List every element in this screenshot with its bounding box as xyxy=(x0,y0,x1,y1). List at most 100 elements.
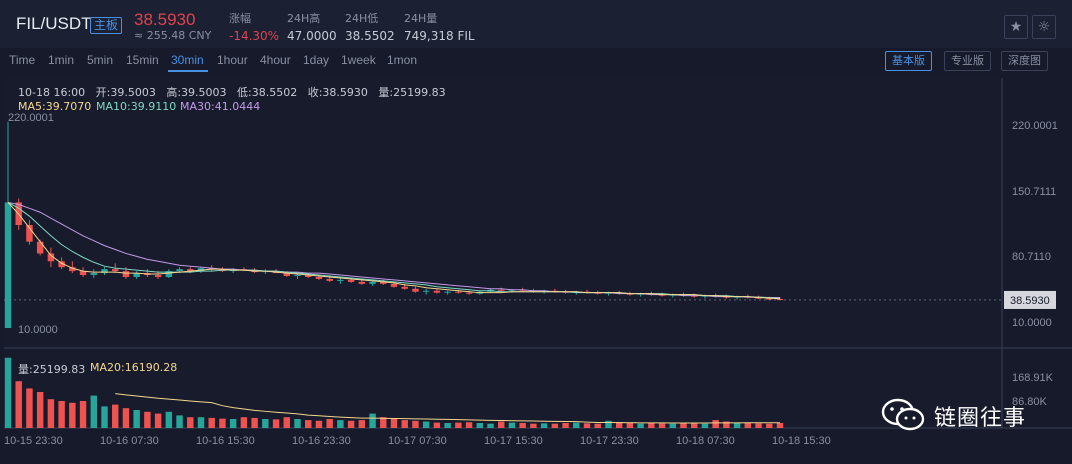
volume-bar xyxy=(326,419,333,428)
volume-bar xyxy=(476,422,483,428)
candle-body xyxy=(465,292,473,294)
x-tick-label: 10-17 23:30 xyxy=(580,435,639,447)
volume-bar xyxy=(197,417,205,428)
volume-bar xyxy=(58,401,65,428)
last-price-tag-label: 38.5930 xyxy=(1010,295,1050,307)
volume-bar xyxy=(412,420,419,428)
volume-bar xyxy=(347,420,355,428)
price-pane xyxy=(4,78,1002,348)
volume-bar xyxy=(305,420,312,428)
x-tick-label: 10-15 23:30 xyxy=(4,435,63,447)
wechat-icon xyxy=(881,398,925,431)
volume-bar xyxy=(444,422,451,428)
x-tick-label: 10-17 15:30 xyxy=(484,435,543,447)
volume-bar xyxy=(315,420,323,428)
candle-body xyxy=(455,291,462,293)
volume-bar xyxy=(122,408,130,428)
volume-bar xyxy=(551,423,559,428)
ma30-readout: MA30:41.0444 xyxy=(180,100,261,113)
volume-bar xyxy=(283,417,290,428)
x-tick-label: 10-16 15:30 xyxy=(196,435,255,447)
volume-bar xyxy=(262,419,269,428)
volume-bar xyxy=(79,401,87,428)
volume-bar xyxy=(530,423,537,428)
volume-bar xyxy=(433,422,441,428)
volume-bar xyxy=(669,423,676,428)
volume-bar xyxy=(755,423,762,428)
volume-bar xyxy=(562,422,569,428)
volume-bar xyxy=(487,423,494,428)
volume-bar xyxy=(176,415,183,428)
candle-body xyxy=(294,275,301,277)
candle-body xyxy=(315,276,323,279)
candle-body xyxy=(112,269,119,272)
volume-bar xyxy=(766,423,773,428)
candle-body xyxy=(90,273,97,276)
volume-bar xyxy=(465,422,473,428)
volume-bar xyxy=(294,419,301,428)
candle-body xyxy=(498,289,505,291)
volume-y-tick-label: 168.91K xyxy=(1012,372,1054,384)
candle-body xyxy=(422,290,430,292)
volume-bar xyxy=(4,357,12,428)
volume-bar xyxy=(455,422,462,428)
candle-body xyxy=(176,269,183,272)
volume-ma20-readout: MA20:16190.28 xyxy=(90,361,178,374)
volume-bar xyxy=(187,417,194,428)
x-tick-label: 10-18 15:30 xyxy=(772,435,831,447)
volume-bar xyxy=(165,411,173,428)
volume-bar xyxy=(744,422,752,428)
volume-bar xyxy=(691,422,698,428)
candle-body xyxy=(36,241,44,254)
ma10-readout: MA10:39.9110 xyxy=(96,100,177,113)
volume-bar xyxy=(133,410,140,428)
volume-bar xyxy=(229,419,237,428)
volume-bar xyxy=(422,421,430,428)
volume-bar xyxy=(358,420,366,428)
volume-bar xyxy=(69,402,76,428)
candle-body xyxy=(326,278,333,281)
volume-bar xyxy=(208,417,215,428)
volume-bar xyxy=(144,411,151,428)
candle-body xyxy=(412,288,419,292)
candle-body xyxy=(122,271,130,277)
y-tick-label: 10.0000 xyxy=(1012,317,1052,329)
volume-bar xyxy=(594,423,601,428)
volume-bar xyxy=(648,422,655,428)
candle-body xyxy=(433,290,441,293)
y-tick-label: 80.7110 xyxy=(1012,251,1051,263)
ohlc-readout: 10-18 16:00 开:39.5003 高:39.5003 低:38.550… xyxy=(18,86,446,99)
volume-bar xyxy=(733,422,741,428)
candle-body xyxy=(444,291,451,293)
volume-bar xyxy=(240,417,248,428)
candle-body xyxy=(337,279,344,281)
candle-body xyxy=(369,281,376,284)
volume-bar xyxy=(15,381,22,428)
volume-bar xyxy=(658,423,666,428)
candlestick-chart[interactable]: 220.0001150.711180.711010.0000168.91K86.… xyxy=(0,0,1072,464)
x-tick-label: 10-16 23:30 xyxy=(292,435,351,447)
volume-bar xyxy=(605,420,612,428)
volume-bar xyxy=(154,413,162,428)
volume-bar xyxy=(90,395,97,428)
volume-bar xyxy=(519,422,526,428)
candle-body xyxy=(358,281,366,284)
volume-bar xyxy=(251,417,258,428)
volume-bar xyxy=(26,388,33,428)
volume-bar xyxy=(219,418,226,428)
watermark-text: 链圈往事 xyxy=(934,406,1027,431)
volume-bar xyxy=(776,422,784,428)
volume-bar xyxy=(583,423,591,428)
volume-bar xyxy=(337,420,344,428)
y-tick-label: 150.7111 xyxy=(1012,186,1056,198)
ma5-readout: MA5:39.7070 xyxy=(18,100,92,113)
volume-bar xyxy=(508,422,516,428)
max-price-label: 220.0001 xyxy=(8,112,54,124)
volume-bar xyxy=(540,423,548,428)
volume-bar xyxy=(390,419,398,428)
y-tick-label: 220.0001 xyxy=(1012,120,1058,132)
candle-body xyxy=(154,275,162,277)
volume-bar xyxy=(112,404,119,428)
volume-bar xyxy=(272,419,280,428)
candle-body xyxy=(4,202,12,328)
